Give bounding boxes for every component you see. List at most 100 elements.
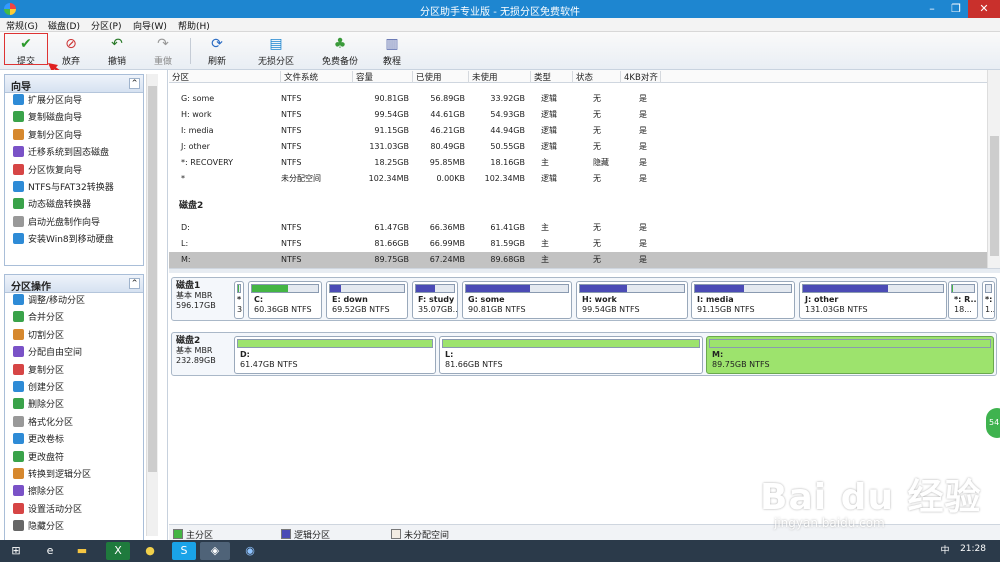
- col-type[interactable]: 类型: [531, 71, 573, 83]
- ops-item[interactable]: 调整/移动分区: [5, 293, 143, 310]
- undo-button[interactable]: ↶ 撤销: [100, 34, 134, 68]
- restore-button[interactable]: ❐: [942, 0, 970, 18]
- partition-block[interactable]: E: down 69.52GB NTFS: [326, 281, 408, 319]
- browser-icon[interactable]: ◉: [238, 542, 262, 560]
- table-row[interactable]: M: NTFS 89.75GB 67.24MB 89.68GB 主 无 是: [169, 252, 987, 268]
- free-backup-button[interactable]: ♣ 免费备份: [318, 34, 362, 68]
- col-unused[interactable]: 未使用: [469, 71, 531, 83]
- book-icon: ▥: [385, 36, 399, 52]
- ops-item[interactable]: 转换到逻辑分区: [5, 467, 143, 484]
- cell-capacity: 91.15GB: [374, 126, 409, 135]
- redo-button[interactable]: ↷ 重做: [146, 34, 180, 68]
- ops-item[interactable]: 设置活动分区: [5, 502, 143, 519]
- wizard-item[interactable]: 安装Win8到移动硬盘: [5, 232, 143, 249]
- ops-item[interactable]: 更改盘符: [5, 450, 143, 467]
- table-row[interactable]: H: work NTFS 99.54GB 44.61GB 54.93GB 逻辑 无 是: [169, 107, 987, 123]
- partition-block[interactable]: I: media 91.15GB NTFS: [691, 281, 795, 319]
- left-scrollbar[interactable]: [146, 74, 158, 536]
- start-icon[interactable]: ⊞: [4, 542, 28, 560]
- folder-icon[interactable]: ▬: [70, 542, 94, 560]
- menu-disk[interactable]: 磁盘(D): [48, 19, 80, 32]
- partition-block[interactable]: L: 81.66GB NTFS: [439, 336, 703, 374]
- wizard-item[interactable]: 分区恢复向导: [5, 163, 143, 180]
- ops-item[interactable]: 更改卷标: [5, 432, 143, 449]
- partition-block[interactable]: *:1...: [982, 281, 995, 319]
- ops-item[interactable]: 分配自由空间: [5, 345, 143, 362]
- ops-item[interactable]: 擦除分区: [5, 484, 143, 501]
- ops-item[interactable]: 隐藏分区: [5, 519, 143, 536]
- col-4kb-align[interactable]: 4KB对齐: [621, 71, 661, 83]
- watermark: Bai du 经验 jingyan.baidu.com: [760, 468, 990, 540]
- table-row[interactable]: * 未分配空间 102.34MB 0.00KB 102.34MB 逻辑 无 是: [169, 171, 987, 187]
- partition-table: 分区 文件系统 容量 已使用 未使用 类型 状态 4KB对齐 G: some NT…: [169, 70, 987, 268]
- ops-item[interactable]: 删除分区: [5, 397, 143, 414]
- menu-help[interactable]: 帮助(H): [178, 19, 210, 32]
- wizard-item[interactable]: 启动光盘制作向导: [5, 215, 143, 232]
- col-partition[interactable]: 分区: [169, 71, 281, 83]
- wizard-panel-header: 向导 ^: [5, 75, 143, 93]
- partition-assistant-taskbar-icon[interactable]: ◈: [200, 542, 230, 560]
- cell-status: 无: [593, 174, 601, 183]
- table-row[interactable]: I: media NTFS 91.15GB 46.21GB 44.94GB 逻辑 无 是: [169, 123, 987, 139]
- ime-indicator[interactable]: 中: [938, 542, 952, 560]
- ie-icon[interactable]: e: [38, 542, 62, 560]
- collapse-icon[interactable]: ^: [129, 78, 140, 89]
- ops-item[interactable]: 创建分区: [5, 380, 143, 397]
- wizard-item[interactable]: 复制磁盘向导: [5, 110, 143, 127]
- clock[interactable]: 21:28: [960, 544, 986, 554]
- ops-item-icon: [13, 380, 24, 392]
- usage-bar: [694, 284, 792, 293]
- ops-item[interactable]: 切割分区: [5, 328, 143, 345]
- refresh-button[interactable]: ⟳ 刷新: [200, 34, 234, 68]
- close-button[interactable]: ✕: [968, 0, 1000, 18]
- partition-block[interactable]: J: other 131.03GB NTFS: [799, 281, 947, 319]
- ops-item-icon: [13, 294, 24, 305]
- table-row[interactable]: L: NTFS 81.66GB 66.99MB 81.59GB 主 无 是: [169, 236, 987, 252]
- table-row[interactable]: G: some NTFS 90.81GB 56.89GB 33.92GB 逻辑 无 是: [169, 91, 987, 107]
- partition-block[interactable]: C: 60.36GB NTFS: [248, 281, 322, 319]
- usage-fill: [252, 285, 289, 292]
- wizard-item[interactable]: 动态磁盘转换器: [5, 197, 143, 214]
- ops-item[interactable]: 合并分区: [5, 310, 143, 327]
- menu-wizard[interactable]: 向导(W): [133, 19, 167, 32]
- col-status[interactable]: 状态: [573, 71, 621, 83]
- ops-item[interactable]: 格式化分区: [5, 415, 143, 432]
- tutorial-button[interactable]: ▥ 教程: [378, 34, 406, 68]
- partition-block[interactable]: G: some 90.81GB NTFS: [462, 281, 572, 319]
- wizard-item[interactable]: 迁移系统到固态磁盘: [5, 145, 143, 162]
- partition-block[interactable]: *: R... 18...: [948, 281, 978, 319]
- col-used[interactable]: 已使用: [413, 71, 469, 83]
- wizard-item[interactable]: 复制分区向导: [5, 128, 143, 145]
- ops-item-icon: [13, 433, 24, 445]
- table-row[interactable]: J: other NTFS 131.03GB 80.49GB 50.55GB 逻辑 无 是: [169, 139, 987, 155]
- partition-block[interactable]: M: 89.75GB NTFS: [706, 336, 994, 374]
- excel-icon[interactable]: X: [106, 542, 130, 560]
- col-capacity[interactable]: 容量: [353, 71, 413, 83]
- menu-partition[interactable]: 分区(P): [91, 19, 121, 32]
- wizard-item-label: 启动光盘制作向导: [28, 217, 101, 228]
- left-panel: 向导 ^ 扩展分区向导 复制磁盘向导 复制分区向导 迁移系统到固态磁盘 分区恢复向导 NT…: [0, 70, 168, 544]
- side-badge[interactable]: 54: [986, 408, 1000, 438]
- col-filesystem[interactable]: 文件系统: [281, 71, 353, 83]
- cell-filesystem: NTFS: [281, 110, 302, 119]
- wizard-item[interactable]: NTFS与FAT32转换器: [5, 180, 143, 197]
- qq-icon[interactable]: ●: [138, 542, 162, 560]
- table-row[interactable]: *: RECOVERY NTFS 18.25GB 95.85MB 18.16GB 主 隐藏 是: [169, 155, 987, 171]
- redo-label: 重做: [153, 57, 172, 67]
- table-scrollbar[interactable]: [987, 70, 1000, 268]
- left-scroll-thumb[interactable]: [148, 86, 157, 472]
- table-scroll-thumb[interactable]: [990, 136, 999, 256]
- menu-general[interactable]: 常规(G): [6, 19, 38, 32]
- partition-block[interactable]: * 3: [234, 281, 244, 319]
- partition-block[interactable]: H: work 99.54GB NTFS: [576, 281, 688, 319]
- ops-item[interactable]: 复制分区: [5, 363, 143, 380]
- lossless-partition-button[interactable]: ▤ 无损分区: [254, 34, 298, 68]
- partition-block[interactable]: D: 61.47GB NTFS: [234, 336, 436, 374]
- wizard-item[interactable]: 扩展分区向导: [5, 93, 143, 110]
- table-row[interactable]: D: NTFS 61.47GB 66.36MB 61.41GB 主 无 是: [169, 220, 987, 236]
- partition-block[interactable]: F: study 35.07GB...: [412, 281, 458, 319]
- disk2-bar[interactable]: 磁盘2 基本 MBR 232.89GB D: 61.47GB NTFS L: 81.6…: [171, 332, 997, 376]
- disk1-bar[interactable]: 磁盘1 基本 MBR 596.17GB * 3 C: 60.36GB NTFS E: d…: [171, 277, 997, 321]
- skype-icon[interactable]: S: [172, 542, 196, 560]
- collapse-icon[interactable]: ^: [129, 278, 140, 289]
